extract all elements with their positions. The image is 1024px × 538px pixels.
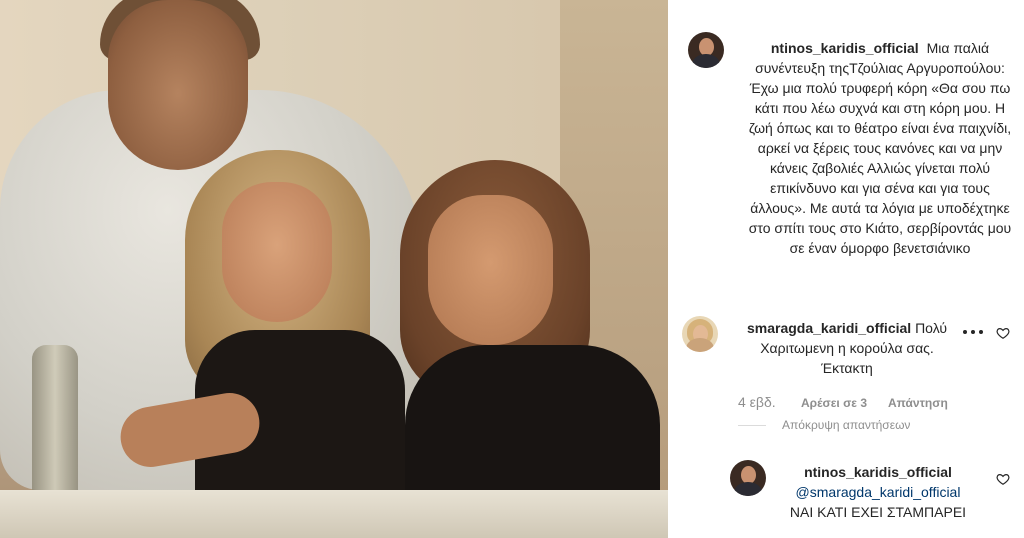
reply-mention[interactable]: @smaragda_karidi_official	[780, 482, 976, 502]
comment-avatar[interactable]	[682, 316, 718, 352]
hide-replies-button[interactable]: Απόκρυψη απαντήσεων	[738, 418, 910, 432]
avatar-body	[692, 54, 720, 68]
comment-likes[interactable]: Αρέσει σε 3	[801, 396, 867, 410]
post-caption: ntinos_karidis_official Μια παλιά συνέντ…	[742, 38, 1018, 258]
more-options-icon[interactable]	[963, 328, 983, 336]
photo-table	[0, 490, 668, 538]
reply-avatar[interactable]	[730, 460, 766, 496]
reply-text: ΝΑΙ ΚΑΤΙ ΕΧΕΙ ΣΤΑΜΠΑΡΕΙ	[789, 504, 967, 520]
heart-icon[interactable]	[996, 472, 1010, 486]
photo-woman-right-face	[428, 195, 553, 345]
photo-man-head	[108, 0, 248, 170]
comment-reply-button[interactable]: Απάντηση	[888, 396, 948, 410]
hide-replies-divider	[738, 424, 766, 426]
reply-item: ntinos_karidis_official @smaragda_karidi…	[780, 462, 976, 522]
comment-time[interactable]: 4 εβδ.	[738, 394, 776, 410]
reply-username[interactable]: ntinos_karidis_official	[780, 462, 976, 482]
heart-icon[interactable]	[996, 326, 1010, 340]
avatar-body	[734, 482, 762, 496]
caption-text: Μια παλιά συνέντευξη τηςΤζούλιας Αργυροπ…	[748, 40, 1012, 256]
caption-avatar[interactable]	[688, 32, 724, 68]
caption-username[interactable]: ntinos_karidis_official	[771, 40, 919, 56]
hide-replies-label: Απόκρυψη απαντήσεων	[782, 418, 911, 432]
comment-username[interactable]: smaragda_karidi_official	[747, 320, 911, 336]
post-photo[interactable]	[0, 0, 668, 538]
photo-woman-left-face	[222, 182, 332, 322]
comment-item: smaragda_karidi_official Πολύ Χαριτωμενη…	[736, 318, 958, 378]
avatar-body	[686, 338, 714, 352]
